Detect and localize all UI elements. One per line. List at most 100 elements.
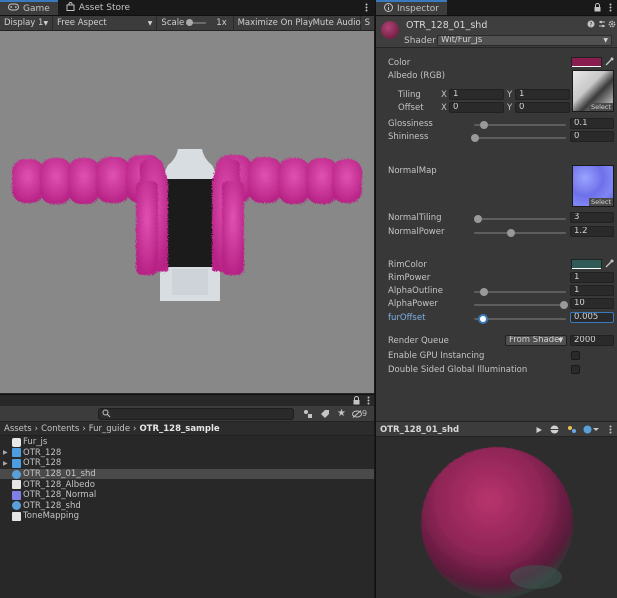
preset-icon[interactable] [598, 20, 606, 31]
glossiness-knob[interactable] [480, 121, 488, 129]
fur-offset-field[interactable]: 0.005 [570, 312, 614, 323]
label-tag-icon[interactable] [320, 409, 330, 422]
rim-color-swatch-fill [572, 260, 601, 268]
play-icon[interactable] [535, 426, 543, 437]
list-item[interactable]: ToneMapping [0, 511, 374, 522]
preview-shape-dropdown[interactable] [583, 425, 599, 437]
inspector-menu-icon[interactable] [604, 0, 617, 15]
albedo-texture-slot[interactable]: Select [572, 70, 614, 112]
normalmap-texture-slot[interactable]: Select [572, 165, 614, 207]
normal-power-slider[interactable] [474, 229, 566, 237]
offset-x-field[interactable]: 0 [449, 102, 504, 113]
preview-toolbar: OTR_128_01_shd [376, 421, 617, 437]
chevron-right-icon: › [34, 423, 39, 434]
normal-power-field[interactable]: 1.2 [570, 226, 614, 237]
alpha-power-field[interactable]: 10 [570, 298, 614, 309]
tiling-y-field[interactable]: 1 [515, 89, 570, 100]
shininess-knob[interactable] [471, 134, 479, 142]
tiling-x-field[interactable]: 1 [449, 89, 504, 100]
list-item[interactable]: OTR_128_01_shd [0, 468, 374, 480]
list-item[interactable]: ▶ OTR_128 [0, 448, 374, 459]
shader-dropdown[interactable]: Wit/Fur_js ▼ [437, 35, 612, 46]
fur-offset-slider[interactable] [474, 314, 566, 324]
mute-label: Mute Audio [312, 18, 361, 28]
dropdown-arrow-icon: ▼ [558, 337, 563, 344]
shininess-field[interactable]: 0 [570, 131, 614, 142]
color-swatch[interactable] [571, 57, 602, 67]
display-dropdown[interactable]: Display 1 ▼ [0, 16, 53, 30]
game-menu-icon[interactable] [359, 0, 374, 15]
light-toggle-icon[interactable] [567, 425, 577, 437]
normalmap-select-button[interactable]: Select [588, 198, 613, 206]
preview-menu-icon[interactable] [609, 425, 612, 437]
render-queue-dropdown[interactable]: From Shader ▼ [505, 335, 567, 346]
search-input[interactable] [98, 408, 294, 420]
game-toolbar: Display 1 ▼ Free Aspect ▼ Scale 1x Maxim… [0, 16, 374, 31]
tab-asset-store[interactable]: Asset Store [58, 0, 138, 15]
list-item[interactable]: OTR_128_Albedo [0, 479, 374, 490]
tiling-y-value: 1 [519, 89, 525, 99]
gear-icon[interactable] [608, 20, 616, 31]
hidden-packages-toggle[interactable]: 9 [352, 409, 367, 418]
preview-title: OTR_128_01_shd [380, 425, 460, 435]
rim-power-field[interactable]: 1 [570, 272, 614, 283]
alpha-outline-knob[interactable] [480, 288, 488, 296]
aspect-dropdown[interactable]: Free Aspect ▼ [53, 16, 158, 30]
scale-slider[interactable]: Scale 1x [157, 16, 234, 30]
breadcrumb-contents[interactable]: Contents [41, 424, 79, 434]
albedo-select-button[interactable]: Select [588, 103, 613, 111]
create-filter-icon[interactable] [303, 409, 313, 422]
breadcrumb-assets[interactable]: Assets [4, 424, 32, 434]
tab-game-label: Game [23, 3, 50, 14]
double-sided-gi-checkbox[interactable] [571, 365, 580, 374]
tab-inspector[interactable]: Inspector [376, 0, 447, 15]
alpha-outline-slider[interactable] [474, 288, 566, 296]
glossiness-slider[interactable] [474, 121, 566, 129]
normal-power-label: NormalPower [388, 227, 445, 237]
game-tabbar: Game Asset Store [0, 0, 374, 16]
preview-sphere-icon[interactable] [550, 425, 559, 437]
eyedropper-icon[interactable] [605, 259, 614, 271]
scale-value: 1x [216, 18, 227, 28]
inspector-lock-icon[interactable] [594, 0, 604, 15]
list-item[interactable]: OTR_128_shd [0, 501, 374, 512]
favorite-star-icon[interactable]: ★ [337, 408, 346, 419]
list-item[interactable]: OTR_128_Normal [0, 490, 374, 501]
alpha-outline-field[interactable]: 1 [570, 285, 614, 296]
game-viewport[interactable] [0, 31, 374, 393]
inspector-tabbar: Inspector [376, 0, 617, 16]
maximize-on-play-toggle[interactable]: Maximize On Play [234, 16, 313, 30]
stats-label: S [364, 18, 370, 28]
material-preview[interactable] [376, 437, 617, 598]
normal-power-knob[interactable] [507, 229, 515, 237]
mute-audio-toggle[interactable]: Mute Audio [309, 16, 361, 30]
scale-knob[interactable] [186, 19, 194, 26]
normal-tiling-knob[interactable] [474, 215, 482, 223]
help-icon[interactable]: ? [587, 20, 595, 31]
project-tab-strip [0, 394, 374, 406]
fur-offset-knob[interactable] [478, 314, 488, 324]
offset-y-field[interactable]: 0 [515, 102, 570, 113]
stats-toggle[interactable]: S [361, 16, 374, 30]
render-queue-field[interactable]: 2000 [570, 335, 614, 346]
normal-tiling-slider[interactable] [474, 215, 566, 223]
list-item[interactable]: Fur_js [0, 437, 374, 448]
project-file-list: Fur_js ▶ OTR_128 ▶ OTR_128 OTR_128_01_sh… [0, 437, 374, 598]
tab-game[interactable]: Game [0, 0, 58, 15]
file-name: OTR_128_shd [23, 500, 81, 511]
alpha-power-slider[interactable] [474, 301, 568, 309]
normal-tiling-field[interactable]: 3 [570, 212, 614, 223]
list-item[interactable]: ▶ OTR_128 [0, 458, 374, 469]
color-label: Color [388, 58, 411, 68]
foldout-arrow-icon[interactable]: ▶ [3, 460, 12, 467]
rim-color-swatch[interactable] [571, 259, 602, 269]
glossiness-field[interactable]: 0.1 [570, 118, 614, 129]
alpha-power-knob[interactable] [560, 301, 568, 309]
eyedropper-icon[interactable] [605, 57, 614, 69]
breadcrumb-fur-guide[interactable]: Fur_guide [89, 424, 130, 434]
gpu-instancing-checkbox[interactable] [571, 351, 580, 360]
shininess-slider[interactable] [471, 134, 566, 142]
breadcrumb-current-folder[interactable]: OTR_128_sample [139, 424, 219, 434]
dropdown-arrow-icon: ▼ [147, 19, 153, 27]
foldout-arrow-icon[interactable]: ▶ [3, 449, 12, 456]
